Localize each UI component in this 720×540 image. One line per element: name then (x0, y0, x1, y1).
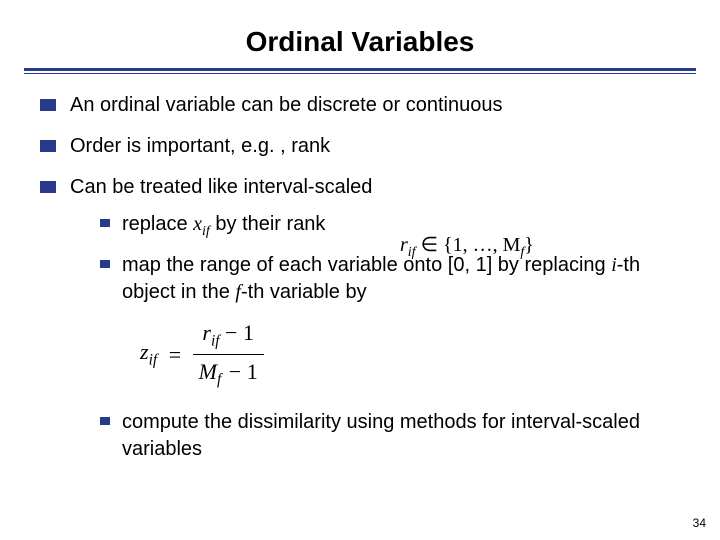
x-var: x (193, 213, 202, 235)
r-sub: if (408, 245, 416, 260)
range-equation: rif ∈ {1, …, Mf} (400, 232, 534, 261)
z-var: z (140, 339, 149, 364)
b3b-pre: map the range of each variable onto [0, … (122, 254, 611, 276)
r-var: r (202, 320, 211, 345)
square-bullet-icon (40, 181, 56, 193)
bullet-2-text: Order is important, e.g. , rank (70, 133, 688, 160)
bullet-3c-text: compute the dissimilarity using methods … (122, 409, 688, 463)
z-sub: if (149, 352, 158, 369)
bullet-3-text: Can be treated like interval-scaled (70, 176, 372, 198)
content-area: An ordinal variable can be discrete or c… (0, 92, 720, 473)
M-sub: f (217, 371, 221, 388)
num-tail: − 1 (220, 320, 254, 345)
b3a-pre: replace (122, 213, 193, 235)
formula-zif: zif = rif − 1 Mf − 1 (140, 318, 688, 391)
slide-title: Ordinal Variables (0, 0, 720, 68)
numerator: rif − 1 (193, 318, 264, 355)
square-bullet-icon (40, 140, 56, 152)
bullet-1: An ordinal variable can be discrete or c… (40, 92, 688, 119)
x-sub: if (202, 224, 210, 239)
range-close: } (524, 234, 534, 256)
fraction: rif − 1 Mf − 1 (193, 318, 264, 391)
bullet-3a: replace xif by their rank (100, 211, 688, 242)
equals-sign: = (169, 342, 181, 367)
square-bullet-icon (100, 260, 110, 268)
b3b-mid2: -th variable by (241, 281, 367, 303)
square-bullet-icon (100, 417, 110, 425)
var-xif: xif (193, 213, 210, 235)
bullet-3b: map the range of each variable onto [0, … (100, 252, 688, 306)
r-var: r (400, 234, 408, 256)
M-var: M (199, 359, 217, 384)
bullet-1-text: An ordinal variable can be discrete or c… (70, 92, 688, 119)
bullet-3: Can be treated like interval-scaled repl… (40, 174, 688, 473)
bullet-3-group: Can be treated like interval-scaled repl… (70, 174, 688, 473)
den-tail: − 1 (223, 359, 257, 384)
page-number: 34 (693, 516, 706, 530)
formula-lhs: zif (140, 339, 157, 364)
slide: Ordinal Variables An ordinal variable ca… (0, 0, 720, 540)
bullet-3c: compute the dissimilarity using methods … (100, 409, 688, 463)
range-rest: ∈ {1, …, M (416, 234, 521, 256)
denominator: Mf − 1 (193, 355, 264, 391)
square-bullet-icon (100, 219, 110, 227)
b3a-post: by their rank (210, 213, 326, 235)
bullet-2: Order is important, e.g. , rank (40, 133, 688, 160)
square-bullet-icon (40, 99, 56, 111)
title-underline (24, 68, 696, 74)
r-sub: if (211, 332, 220, 349)
